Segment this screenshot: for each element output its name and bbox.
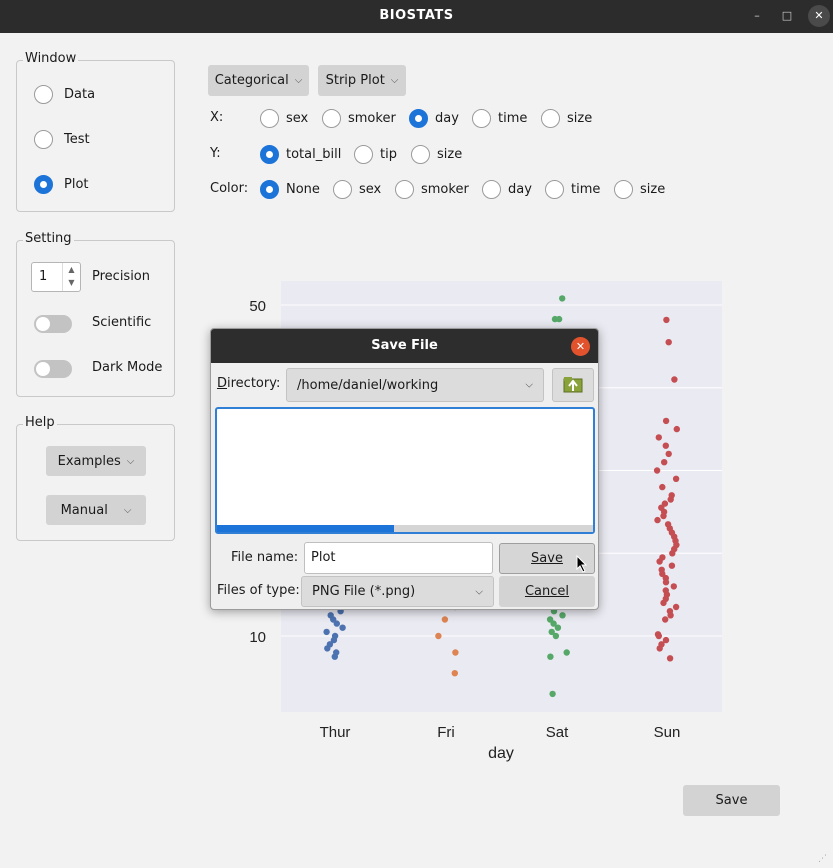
y-tick-label: 10: [249, 629, 266, 646]
x-axis-title: day: [488, 745, 514, 762]
x-tick-label: Sun: [654, 724, 681, 741]
data-point: [559, 612, 566, 619]
filename-input[interactable]: Plot: [304, 542, 493, 574]
parent-directory-button[interactable]: [552, 368, 594, 402]
data-point: [333, 649, 340, 656]
data-point: [665, 450, 672, 458]
data-point: [668, 562, 676, 569]
data-point: [546, 616, 554, 623]
data-point: [665, 339, 672, 346]
data-point: [441, 616, 449, 623]
data-point: [654, 516, 661, 524]
dialog-save-label: Save: [531, 551, 563, 566]
filename-label: File name:: [231, 550, 299, 565]
data-point: [666, 608, 674, 615]
filetype-select[interactable]: PNG File (*.png) ⌵: [301, 576, 494, 607]
chevron-down-icon: ⌵: [525, 379, 533, 391]
data-point: [664, 521, 672, 528]
save-file-dialog: Save File ✕ Directory: /home/daniel/work…: [210, 328, 599, 610]
data-point: [662, 616, 669, 623]
data-point: [659, 554, 666, 561]
horizontal-scrollbar[interactable]: [217, 525, 394, 532]
save-plot-button[interactable]: Save: [683, 785, 780, 816]
data-point: [323, 628, 330, 636]
file-list[interactable]: [215, 407, 595, 534]
data-point: [655, 434, 662, 441]
x-tick-label: Fri: [437, 724, 455, 741]
data-point: [661, 500, 669, 507]
filetype-label: Files of type:: [217, 583, 300, 598]
x-tick-label: Sat: [546, 724, 569, 741]
data-point: [672, 475, 680, 482]
save-plot-button-label: Save: [715, 793, 748, 808]
data-point: [663, 316, 670, 324]
directory-select[interactable]: /home/daniel/working ⌵: [286, 368, 544, 402]
data-point: [551, 315, 559, 323]
data-point: [327, 612, 334, 619]
data-point: [452, 649, 459, 656]
dialog-title: Save File: [371, 338, 438, 353]
data-point: [673, 425, 680, 433]
data-point: [671, 376, 678, 383]
data-point: [668, 492, 675, 499]
resize-grip-icon[interactable]: ⋰: [818, 853, 830, 865]
data-point: [435, 632, 442, 640]
data-point: [331, 632, 339, 640]
directory-label: Directory:: [217, 376, 281, 391]
folder-up-icon: [563, 377, 583, 393]
filename-value: Plot: [311, 550, 336, 565]
scrollbar-track[interactable]: [217, 525, 593, 532]
y-tick-label: 50: [249, 298, 266, 315]
dialog-title-bar: Save File ✕: [211, 329, 598, 363]
data-point: [339, 624, 346, 631]
data-point: [672, 603, 680, 611]
filetype-value: PNG File (*.png): [312, 584, 416, 599]
x-tick-label: Thur: [320, 724, 351, 741]
data-point: [653, 467, 661, 474]
directory-value: /home/daniel/working: [297, 377, 439, 393]
dialog-cancel-label: Cancel: [524, 584, 570, 599]
cursor-icon: [576, 555, 588, 573]
data-point: [662, 442, 669, 449]
data-point: [547, 653, 554, 660]
data-point: [662, 636, 670, 644]
data-point: [548, 628, 555, 636]
data-point: [658, 566, 665, 573]
data-point: [662, 417, 670, 425]
data-point: [451, 670, 458, 677]
data-point: [670, 583, 677, 590]
data-point: [559, 295, 566, 302]
data-point: [662, 587, 669, 594]
data-point: [654, 631, 662, 638]
dialog-cancel-button[interactable]: Cancel: [499, 576, 595, 607]
data-point: [666, 655, 674, 662]
data-point: [659, 483, 666, 491]
data-point: [661, 459, 668, 466]
data-point: [549, 690, 556, 698]
close-icon[interactable]: ✕: [571, 337, 590, 356]
directory-label-rest: irectory:: [227, 376, 281, 391]
chevron-down-icon: ⌵: [475, 586, 483, 597]
data-point: [563, 649, 570, 656]
